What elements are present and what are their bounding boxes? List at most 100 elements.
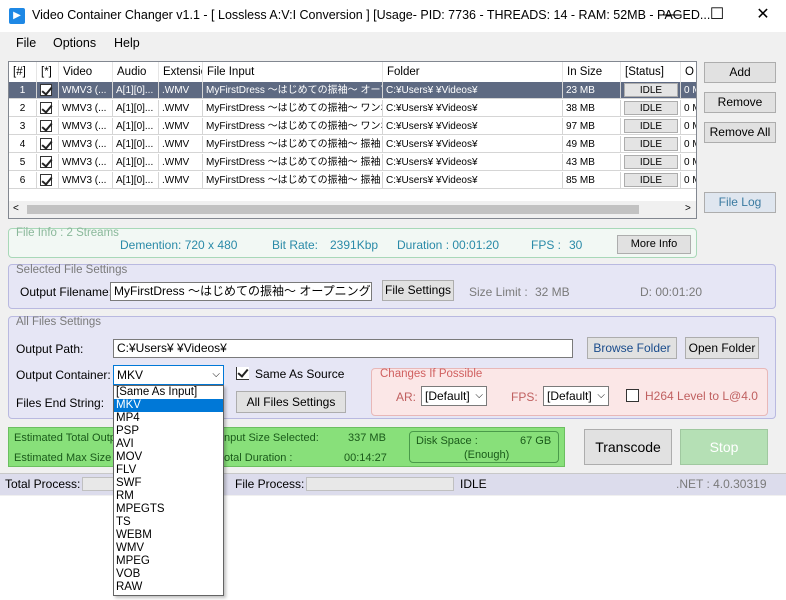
checkmark-icon[interactable] xyxy=(40,84,52,96)
same-as-source-label: Same As Source xyxy=(255,367,345,381)
output-path-input[interactable]: C:¥Users¥ ¥Videos¥ xyxy=(113,339,573,358)
dropdown-option[interactable]: MPEGTS xyxy=(114,503,223,516)
fps-select-label: FPS: xyxy=(511,390,538,404)
duration-text: Duration : 00:01:20 xyxy=(397,238,500,252)
bitrate-value: 2391Kbp xyxy=(330,238,379,252)
chevron-down-icon[interactable]: ⌵ xyxy=(212,366,220,384)
output-container-select[interactable]: MKV ⌵ xyxy=(113,365,224,385)
checkmark-icon[interactable] xyxy=(40,138,52,150)
column-header-audio[interactable]: Audio xyxy=(113,62,159,82)
close-button[interactable]: ✕ xyxy=(740,0,786,32)
remove-all-button[interactable]: Remove All xyxy=(704,122,776,143)
status-badge[interactable]: IDLE xyxy=(624,155,678,169)
stop-button[interactable]: Stop xyxy=(680,429,768,465)
open-folder-button[interactable]: Open Folder xyxy=(685,337,759,359)
horizontal-scrollbar[interactable]: < > xyxy=(9,201,696,218)
column-header-file-input[interactable]: File Input xyxy=(203,62,383,82)
checkmark-icon[interactable] xyxy=(40,156,52,168)
dropdown-option[interactable]: FLV xyxy=(114,464,223,477)
all-files-settings-button[interactable]: All Files Settings xyxy=(236,391,346,413)
column-header-extension[interactable]: Extensio xyxy=(159,62,203,82)
minimize-button[interactable]: — xyxy=(648,0,694,32)
row-status: IDLE xyxy=(621,82,681,99)
dropdown-option[interactable]: PSP xyxy=(114,425,223,438)
estimated-max-size: Estimated Max Size Li xyxy=(14,452,123,464)
scrollbar-thumb[interactable] xyxy=(27,205,639,214)
column-header-folder[interactable]: Folder xyxy=(383,62,563,82)
dropdown-option[interactable]: AVI xyxy=(114,438,223,451)
column-header-check[interactable]: [*] xyxy=(37,62,59,82)
menu-file[interactable]: File xyxy=(16,36,36,50)
status-badge[interactable]: IDLE xyxy=(624,173,678,187)
dropdown-option[interactable]: VOB xyxy=(114,568,223,581)
scroll-left-icon[interactable]: < xyxy=(13,203,19,214)
chevron-down-icon[interactable]: ⌵ xyxy=(597,387,605,405)
dropdown-option[interactable]: MPEG xyxy=(114,555,223,568)
file-log-button[interactable]: File Log xyxy=(704,192,776,213)
row-status: IDLE xyxy=(621,172,681,189)
dropdown-option[interactable]: WEBM xyxy=(114,529,223,542)
ar-value: [Default] xyxy=(425,389,470,403)
estimated-total-output: Estimated Total Outp xyxy=(14,432,116,444)
total-process-label: Total Process: xyxy=(5,477,81,491)
row-folder: C:¥Users¥ ¥Videos¥ xyxy=(383,136,563,153)
row-folder: C:¥Users¥ ¥Videos¥ xyxy=(383,118,563,135)
row-checkbox[interactable] xyxy=(37,154,59,171)
checkmark-icon[interactable] xyxy=(40,102,52,114)
more-info-button[interactable]: More Info xyxy=(617,235,691,254)
status-badge[interactable]: IDLE xyxy=(624,119,678,133)
row-size: 49 MB xyxy=(563,136,621,153)
row-checkbox[interactable] xyxy=(37,172,59,189)
scroll-right-icon[interactable]: > xyxy=(685,203,691,214)
dropdown-option[interactable]: RAW xyxy=(114,581,223,594)
checkmark-icon[interactable] xyxy=(40,120,52,132)
total-duration-value: 00:14:27 xyxy=(344,452,387,464)
row-checkbox[interactable] xyxy=(37,100,59,117)
dropdown-option[interactable]: WMV xyxy=(114,542,223,555)
column-header-index[interactable]: [#] xyxy=(9,62,37,82)
output-filename-input[interactable]: MyFirstDress ～はじめての振袖～ オープニング xyxy=(110,282,372,301)
column-header-video[interactable]: Video xyxy=(59,62,113,82)
column-header-output[interactable]: O xyxy=(681,62,696,82)
row-input: MyFirstDress ～はじめての振袖～ 振袖コレ... xyxy=(203,154,383,171)
dropdown-option[interactable]: [Same As Input] xyxy=(114,386,223,399)
h264-level-checkbox[interactable] xyxy=(626,389,639,402)
file-process-label: File Process: xyxy=(235,477,305,491)
same-as-source-checkbox[interactable] xyxy=(236,367,249,380)
checkmark-icon[interactable] xyxy=(40,174,52,186)
browse-folder-button[interactable]: Browse Folder xyxy=(587,337,677,359)
dropdown-option[interactable]: MP4 xyxy=(114,412,223,425)
file-grid[interactable]: [#] [*] Video Audio Extensio File Input … xyxy=(8,61,697,219)
output-container-dropdown[interactable]: [Same As Input] MKV MP4 PSP AVI MOV FLV SWF RM MP… xyxy=(113,385,224,596)
fps-value: 30 xyxy=(569,238,583,252)
dropdown-option[interactable]: TS xyxy=(114,516,223,529)
checkmark-icon xyxy=(237,367,249,379)
file-settings-button[interactable]: File Settings xyxy=(382,280,454,301)
menu-options[interactable]: Options xyxy=(53,36,96,50)
ar-select[interactable]: [Default] ⌵ xyxy=(421,386,487,406)
row-size: 23 MB xyxy=(563,82,621,99)
row-checkbox[interactable] xyxy=(37,82,59,99)
status-badge[interactable]: IDLE xyxy=(624,83,678,97)
remove-button[interactable]: Remove xyxy=(704,92,776,113)
menu-help[interactable]: Help xyxy=(114,36,140,50)
dropdown-option[interactable]: MKV xyxy=(114,399,223,412)
chevron-down-icon[interactable]: ⌵ xyxy=(475,387,483,405)
title-bar: ▶ Video Container Changer v1.1 - [ Lossl… xyxy=(0,0,786,32)
column-header-status[interactable]: [Status] xyxy=(621,62,681,82)
changes-if-possible-title: Changes If Possible xyxy=(380,368,483,380)
status-badge[interactable]: IDLE xyxy=(624,137,678,151)
fps-select[interactable]: [Default] ⌵ xyxy=(543,386,609,406)
transcode-button[interactable]: Transcode xyxy=(584,429,672,465)
column-header-in-size[interactable]: In Size xyxy=(563,62,621,82)
dropdown-option[interactable]: RM xyxy=(114,490,223,503)
size-limit-value: 32 MB xyxy=(535,285,570,299)
dropdown-option[interactable]: SWF xyxy=(114,477,223,490)
status-badge[interactable]: IDLE xyxy=(624,101,678,115)
add-button[interactable]: Add xyxy=(704,62,776,83)
row-checkbox[interactable] xyxy=(37,136,59,153)
dropdown-option[interactable]: MOV xyxy=(114,451,223,464)
row-checkbox[interactable] xyxy=(37,118,59,135)
row-out: 0 M xyxy=(681,136,696,153)
maximize-button[interactable]: ☐ xyxy=(694,0,740,32)
